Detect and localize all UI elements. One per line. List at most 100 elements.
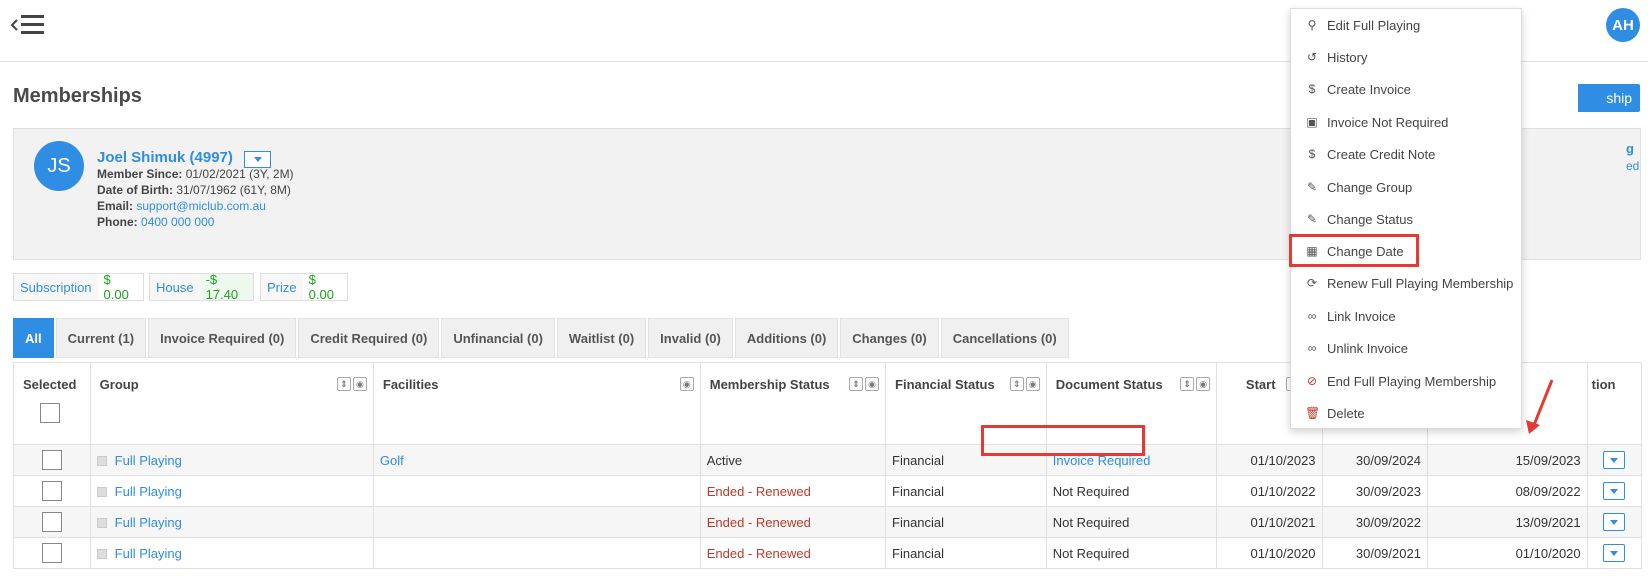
record-date: 01/10/2020 [1426,537,1588,569]
phone-link[interactable]: 0400 000 000 [141,215,214,229]
tab-additions[interactable]: Additions (0) [734,318,839,358]
tab-changes[interactable]: Changes (0) [840,318,939,358]
tab-invoice-required[interactable]: Invoice Required (0) [148,318,297,358]
document-status: Not Required [1045,506,1218,538]
menu-item-unlink-invoice[interactable]: ∞ Unlink Invoice [1291,332,1521,364]
menu-item-create-invoice[interactable]: $ Create Invoice [1291,73,1521,105]
house-balance: House -$ 17.40 [149,272,254,302]
start-date: 01/10/2021 [1216,506,1323,538]
header-group[interactable]: Group ⇕ ◉ [89,362,374,445]
tab-cancellations[interactable]: Cancellations (0) [940,318,1069,358]
header-membership-status[interactable]: Membership Status ⇕ ◉ [699,362,887,445]
sort-icon[interactable]: ⇕ [1180,377,1195,391]
document-status: Not Required [1045,537,1218,569]
member-name-link[interactable]: Joel Shimuk (4997) [97,149,233,166]
row-checkbox[interactable] [41,481,62,501]
side-link-1[interactable]: g [1626,141,1634,156]
page-title: Memberships [13,85,142,107]
row-checkbox[interactable] [41,543,62,563]
link-icon: ∞ [1307,309,1317,323]
group-link[interactable]: Full Playing [115,484,182,499]
end-date: 30/09/2023 [1321,475,1428,507]
sort-icon[interactable]: ⇕ [336,377,351,391]
start-date: 01/10/2022 [1216,475,1323,507]
row-checkbox[interactable] [41,450,62,470]
row-checkbox[interactable] [41,512,62,532]
membership-tabs: All Current (1) Invoice Required (0) Cre… [13,318,1071,358]
group-color-swatch [96,487,107,498]
menu-item-end-membership[interactable]: ⊘ End Full Playing Membership [1291,365,1521,397]
financial-status: Financial [885,475,1047,507]
menu-item-change-group[interactable]: ✎ Change Group [1291,171,1521,203]
tab-waitlist[interactable]: Waitlist (0) [556,318,647,358]
facilities-cell [372,537,701,569]
tab-unfinancial[interactable]: Unfinancial (0) [441,318,555,358]
table-row: Full Playing Ended - Renewed Financial N… [13,506,1643,538]
user-avatar[interactable]: AH [1606,8,1640,42]
menu-item-change-status[interactable]: ✎ Change Status [1291,203,1521,235]
select-all-checkbox[interactable] [40,403,60,423]
tab-all[interactable]: All [13,318,54,358]
group-link[interactable]: Full Playing [115,453,182,468]
group-color-swatch [96,456,107,467]
tab-invalid[interactable]: Invalid (0) [648,318,733,358]
membership-status: Ended - Renewed [699,506,887,538]
menu-item-history[interactable]: ↺ History [1291,41,1521,73]
end-date: 30/09/2024 [1321,444,1428,476]
eye-icon[interactable]: ◉ [865,377,880,391]
financial-status: Financial [885,506,1047,538]
document-status: Not Required [1045,475,1218,507]
table-row: Full Playing Golf Active Financial Invoi… [13,444,1643,476]
menu-item-delete[interactable]: 🗑 Delete [1291,397,1521,429]
facilities-link[interactable]: Golf [372,444,701,476]
menu-item-create-credit-note[interactable]: $ Create Credit Note [1291,138,1521,170]
financial-status: Financial [885,537,1047,569]
member-phone: Phone: 0400 000 000 [97,215,215,229]
eye-icon[interactable]: ◉ [352,377,367,391]
sort-icon[interactable]: ⇕ [849,377,864,391]
side-link-2[interactable]: ed [1626,159,1639,173]
membership-status: Ended - Renewed [699,475,887,507]
start-date: 01/10/2023 [1216,444,1323,476]
prize-balance: Prize $ 0.00 [260,272,348,302]
subscription-balance: Subscription $ 0.00 [13,272,144,302]
menu-item-invoice-not-required[interactable]: ▣ Invoice Not Required [1291,106,1521,138]
pencil-icon: ✎ [1306,212,1318,226]
tab-credit-required[interactable]: Credit Required (0) [298,318,440,358]
eye-icon[interactable]: ◉ [1025,377,1040,391]
tab-current[interactable]: Current (1) [55,318,147,358]
member-email: Email: support@miclub.com.au [97,199,266,213]
dollar-icon: $ [1308,147,1316,161]
row-action-button[interactable] [1603,513,1626,531]
annotation-arrow-icon [1526,379,1554,434]
sort-icon[interactable]: ⇕ [1009,377,1024,391]
row-action-button[interactable] [1603,482,1626,500]
group-link[interactable]: Full Playing [115,546,182,561]
search-icon: ⚲ [1307,18,1317,32]
member-avatar: JS [34,141,84,191]
group-link[interactable]: Full Playing [115,515,182,530]
add-membership-button[interactable]: ship [1578,84,1640,112]
menu-item-link-invoice[interactable]: ∞ Link Invoice [1291,300,1521,332]
header-facilities[interactable]: Facilities ◉ [372,362,701,445]
unlink-icon: ∞ [1307,341,1317,355]
menu-item-renew[interactable]: ⟳ Renew Full Playing Membership [1291,267,1521,299]
menu-item-edit[interactable]: ⚲ Edit Full Playing [1291,9,1521,41]
eye-icon[interactable]: ◉ [1196,377,1211,391]
header-selected: Selected [13,362,91,445]
end-date: 30/09/2021 [1321,537,1428,569]
row-action-button[interactable] [1603,451,1626,469]
member-dropdown-button[interactable] [244,151,271,168]
facilities-cell [372,506,701,538]
row-action-button[interactable] [1603,544,1626,562]
eye-icon[interactable]: ◉ [679,377,694,391]
dollar-icon: $ [1308,82,1316,96]
group-color-swatch [96,518,107,529]
record-date: 08/09/2022 [1426,475,1588,507]
email-link[interactable]: support@miclub.com.au [136,199,266,213]
record-date: 13/09/2021 [1426,506,1588,538]
menu-toggle-icon[interactable] [10,12,48,38]
ban-icon: ⊘ [1306,374,1318,388]
header-action: tion [1586,362,1643,445]
membership-status: Ended - Renewed [699,537,887,569]
